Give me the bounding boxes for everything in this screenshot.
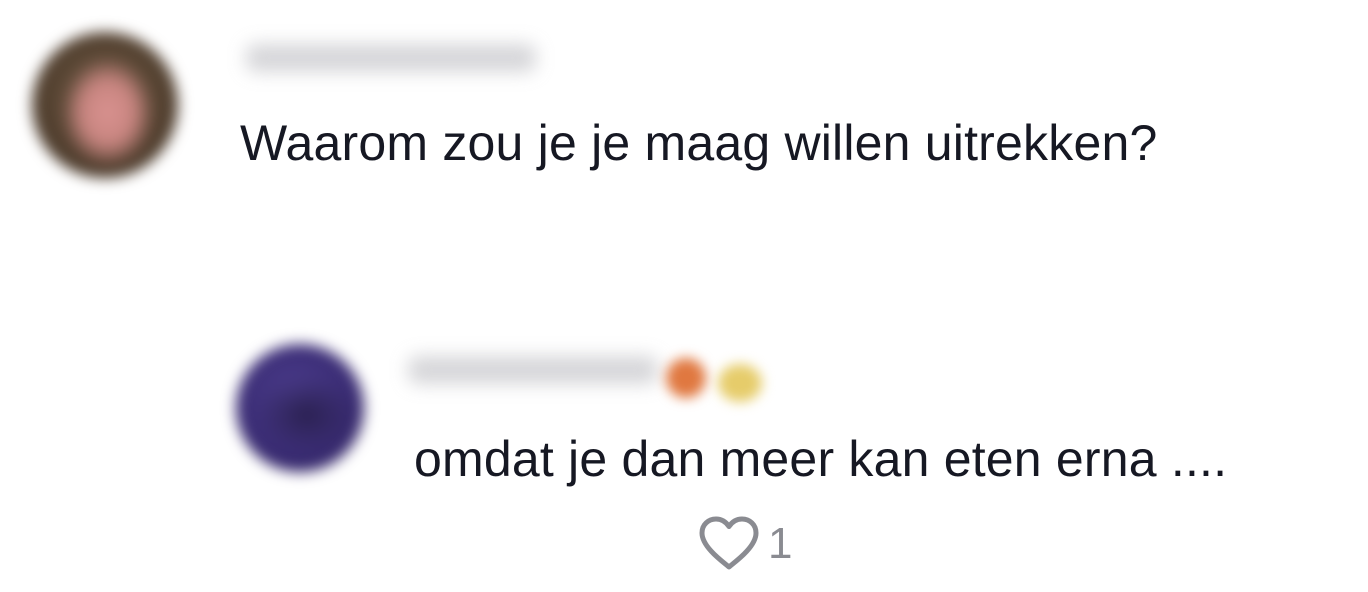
commenter-avatar[interactable] [32, 32, 178, 178]
replier-avatar[interactable] [236, 344, 364, 472]
reply-text: omdat je dan meer kan eten erna .... [414, 431, 1228, 487]
comment: Waarom zou je je maag willen uitrekken? [14, 14, 1334, 194]
comment-text: Waarom zou je je maag willen uitrekken? [240, 115, 1158, 171]
replier-username-redacted[interactable] [408, 356, 658, 384]
reply: omdat je dan meer kan eten erna .... 1 [218, 326, 1358, 586]
comment-thread: Waarom zou je je maag willen uitrekken? … [0, 0, 1368, 592]
like-count: 1 [768, 519, 793, 568]
heart-outline-icon[interactable] [696, 515, 762, 573]
commenter-username-redacted[interactable] [246, 44, 536, 72]
username-emoji-1 [666, 358, 706, 398]
like-button[interactable]: 1 [696, 516, 792, 572]
username-emoji-2 [718, 364, 762, 402]
